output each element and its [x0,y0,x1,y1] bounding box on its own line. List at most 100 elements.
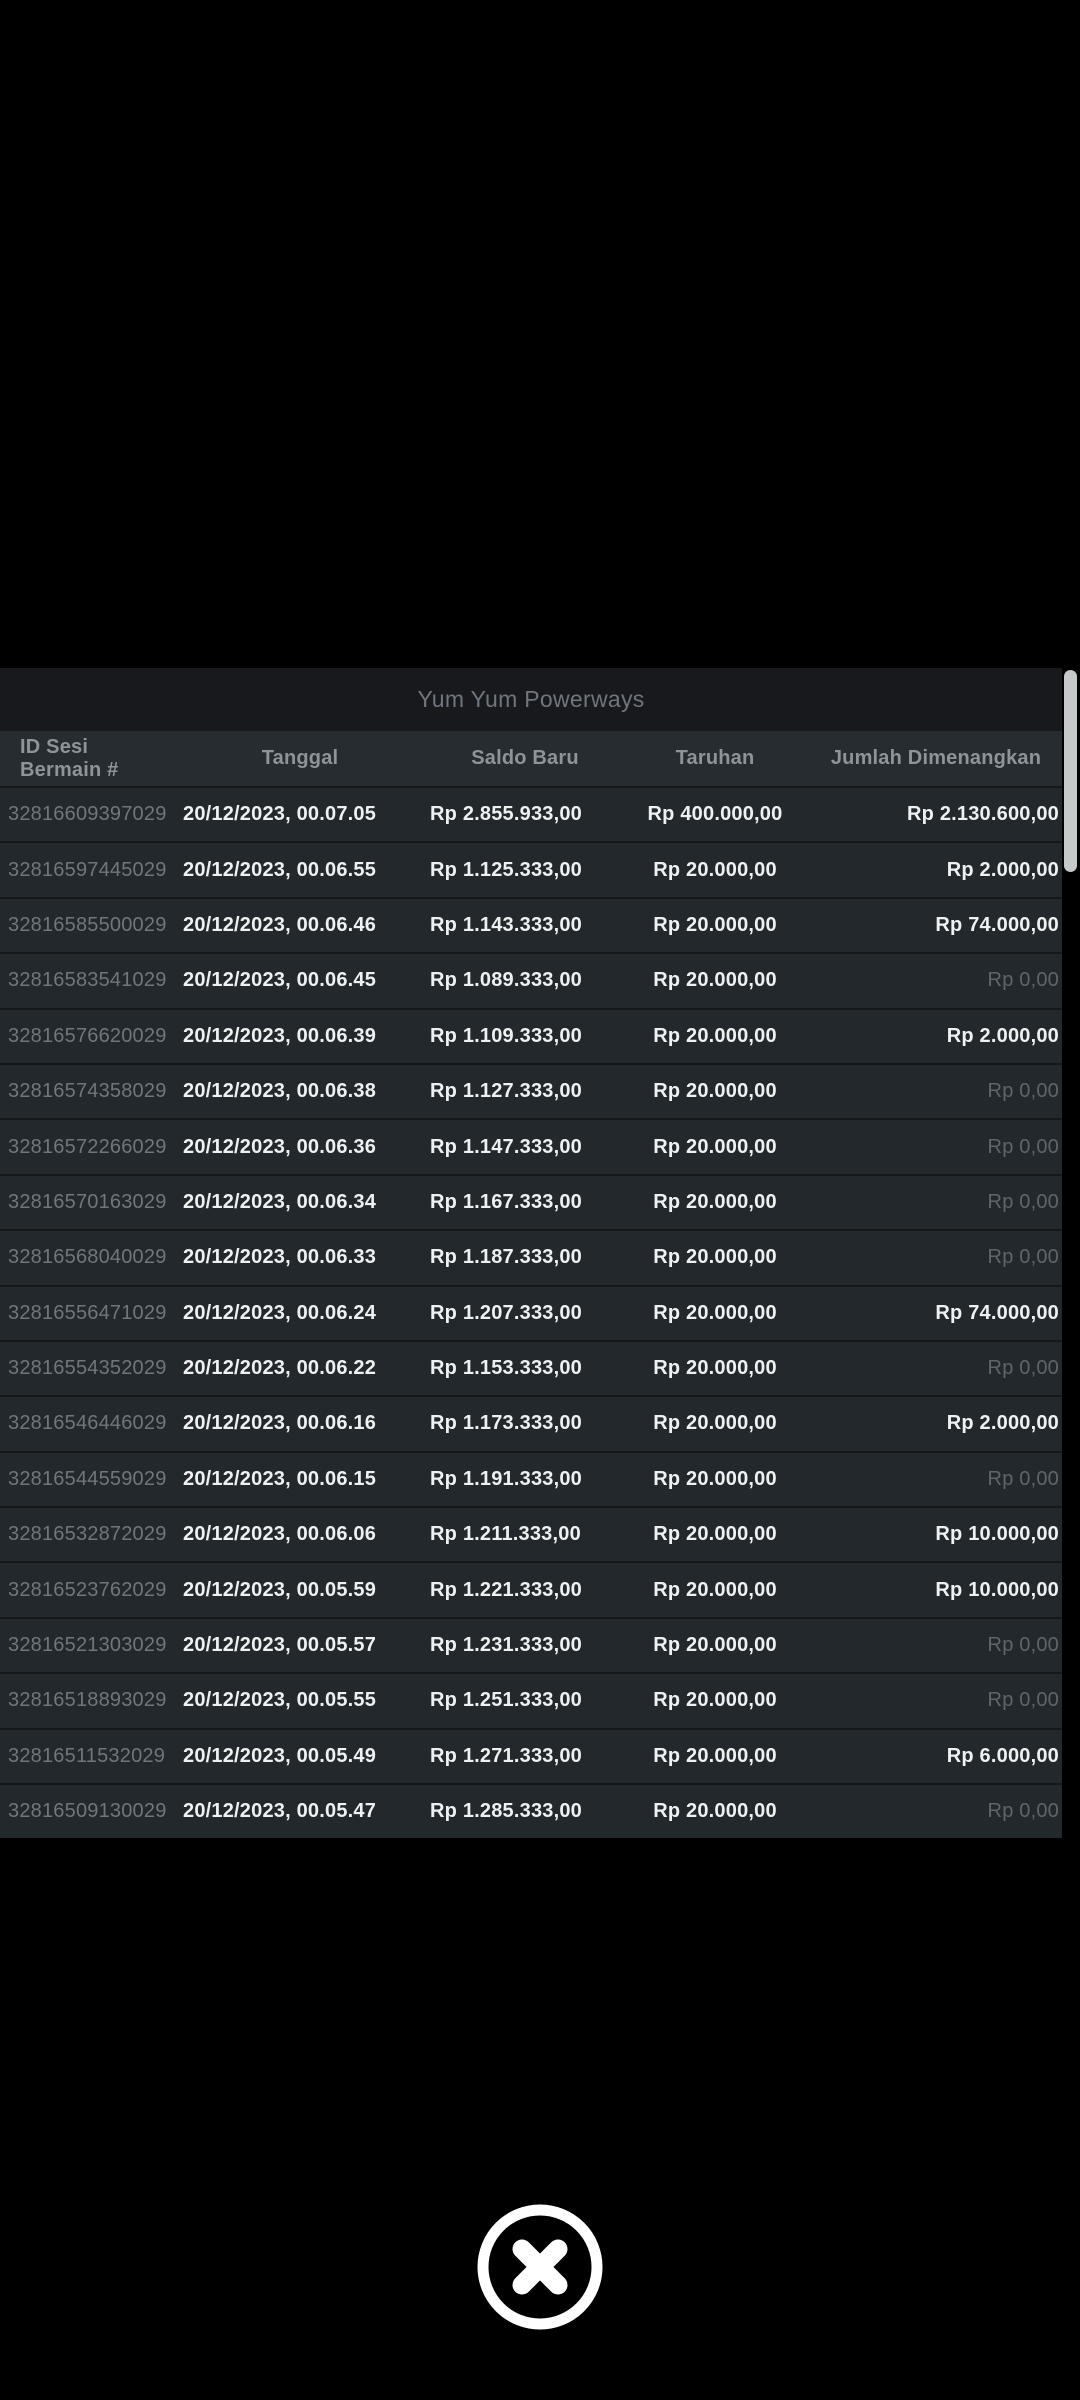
bet-cell: Rp 20.000,00 [653,913,777,936]
new-balance-cell: Rp 1.251.333,00 [430,1689,582,1712]
table-row: 32816509130029 20/12/2023, 00.05.47 Rp 1… [0,1783,1062,1839]
amount-won-cell: Rp 0,00 [987,1689,1059,1712]
table-row: 32816518893029 20/12/2023, 00.05.55 Rp 1… [0,1672,1062,1728]
bet-cell: Rp 20.000,00 [653,1357,777,1380]
game-history-dialog: Yum Yum Powerways ID Sesi Bermain # Tang… [0,668,1080,1839]
amount-won-cell: Rp 2.000,00 [946,858,1059,881]
date-cell: 20/12/2023, 00.06.46 [183,913,377,936]
bet-cell: Rp 20.000,00 [653,1301,777,1324]
date-cell: 20/12/2023, 00.06.38 [183,1080,377,1103]
session-id-cell: 32816609397029 [8,803,167,826]
new-balance-cell: Rp 1.207.333,00 [430,1301,582,1324]
bet-cell: Rp 20.000,00 [653,1135,777,1158]
table-row: 32816572266029 20/12/2023, 00.06.36 Rp 1… [0,1118,1062,1174]
scrollbar-thumb[interactable] [1064,670,1077,872]
amount-won-cell: Rp 0,00 [987,1800,1059,1823]
new-balance-cell: Rp 1.089.333,00 [430,969,582,992]
table-row: 32816511532029 20/12/2023, 00.05.49 Rp 1… [0,1727,1062,1784]
amount-won-cell: Rp 10.000,00 [935,1523,1059,1546]
date-cell: 20/12/2023, 00.06.33 [183,1246,377,1269]
table-row: 32816597445029 20/12/2023, 00.06.55 Rp 1… [0,841,1062,897]
new-balance-cell: Rp 1.143.333,00 [430,913,582,936]
session-id-cell: 32816570163029 [8,1190,167,1213]
amount-won-cell: Rp 2.000,00 [946,1412,1059,1435]
session-id-cell: 32816568040029 [8,1246,167,1269]
new-balance-cell: Rp 1.271.333,00 [430,1744,582,1767]
date-cell: 20/12/2023, 00.05.59 [183,1578,377,1601]
bet-cell: Rp 20.000,00 [653,1800,777,1823]
amount-won-cell: Rp 6.000,00 [946,1744,1059,1767]
amount-won-cell: Rp 0,00 [987,1246,1059,1269]
date-cell: 20/12/2023, 00.07.05 [183,803,377,826]
amount-won-cell: Rp 0,00 [987,969,1059,992]
table-row: 32816574358029 20/12/2023, 00.06.38 Rp 1… [0,1062,1062,1119]
amount-won-cell: Rp 74.000,00 [935,913,1059,936]
column-header-new-balance: Saldo Baru [471,747,579,769]
dialog-titlebar: Yum Yum Powerways [0,668,1062,731]
table-body[interactable]: 32816609397029 20/12/2023, 00.07.05 Rp 2… [0,786,1062,1839]
new-balance-cell: Rp 1.109.333,00 [430,1024,582,1047]
date-cell: 20/12/2023, 00.06.39 [183,1024,377,1047]
date-cell: 20/12/2023, 00.06.15 [183,1467,377,1490]
bet-cell: Rp 20.000,00 [653,858,777,881]
date-cell: 20/12/2023, 00.05.55 [183,1689,377,1712]
bet-cell: Rp 20.000,00 [653,1412,777,1435]
bet-cell: Rp 400.000,00 [647,803,783,826]
amount-won-cell: Rp 10.000,00 [935,1578,1059,1601]
close-button[interactable] [476,2203,604,2331]
session-id-cell: 32816544559029 [8,1467,167,1490]
table-row: 32816570163029 20/12/2023, 00.06.34 Rp 1… [0,1173,1062,1230]
amount-won-cell: Rp 0,00 [987,1080,1059,1103]
new-balance-cell: Rp 1.221.333,00 [430,1578,582,1601]
new-balance-cell: Rp 1.153.333,00 [430,1357,582,1380]
table-row: 32816568040029 20/12/2023, 00.06.33 Rp 1… [0,1229,1062,1285]
session-id-cell: 32816585500029 [8,913,167,936]
new-balance-cell: Rp 1.147.333,00 [430,1135,582,1158]
session-id-cell: 32816556471029 [8,1301,167,1324]
table-row: 32816521303029 20/12/2023, 00.05.57 Rp 1… [0,1616,1062,1673]
session-id-cell: 32816554352029 [8,1357,167,1380]
session-id-cell: 32816546446029 [8,1412,167,1435]
bet-cell: Rp 20.000,00 [653,1467,777,1490]
table-row: 32816546446029 20/12/2023, 00.06.16 Rp 1… [0,1395,1062,1451]
table-row: 32816544559029 20/12/2023, 00.06.15 Rp 1… [0,1450,1062,1507]
session-id-cell: 32816521303029 [8,1634,167,1657]
bet-cell: Rp 20.000,00 [653,1578,777,1601]
table-row: 32816556471029 20/12/2023, 00.06.24 Rp 1… [0,1284,1062,1340]
bet-cell: Rp 20.000,00 [653,1523,777,1546]
amount-won-cell: Rp 0,00 [987,1634,1059,1657]
amount-won-cell: Rp 0,00 [987,1357,1059,1380]
column-header-amount-won: Jumlah Dimenangkan [830,747,1042,769]
date-cell: 20/12/2023, 00.06.45 [183,969,377,992]
date-cell: 20/12/2023, 00.06.34 [183,1190,377,1213]
session-id-cell: 32816509130029 [8,1800,167,1823]
table-row: 32816583541029 20/12/2023, 00.06.45 Rp 1… [0,952,1062,1008]
bet-cell: Rp 20.000,00 [653,1246,777,1269]
new-balance-cell: Rp 1.187.333,00 [430,1246,582,1269]
session-id-cell: 32816572266029 [8,1135,167,1158]
column-header-date: Tanggal [261,747,339,769]
date-cell: 20/12/2023, 00.06.55 [183,858,377,881]
session-id-cell: 32816511532029 [8,1744,166,1767]
new-balance-cell: Rp 1.231.333,00 [430,1634,582,1657]
table-row: 32816609397029 20/12/2023, 00.07.05 Rp 2… [0,786,1062,842]
bet-cell: Rp 20.000,00 [653,1689,777,1712]
bet-cell: Rp 20.000,00 [653,969,777,992]
new-balance-cell: Rp 1.191.333,00 [430,1467,582,1490]
bet-cell: Rp 20.000,00 [653,1634,777,1657]
date-cell: 20/12/2023, 00.05.57 [183,1634,377,1657]
amount-won-cell: Rp 74.000,00 [935,1301,1059,1324]
close-x-circle-icon [476,2203,604,2331]
column-header-bet: Taruhan [675,747,755,769]
date-cell: 20/12/2023, 00.06.24 [183,1301,377,1324]
session-id-cell: 32816518893029 [8,1689,167,1712]
new-balance-cell: Rp 1.285.333,00 [430,1800,582,1823]
amount-won-cell: Rp 2.130.600,00 [907,803,1059,826]
table-row: 32816576620029 20/12/2023, 00.06.39 Rp 1… [0,1007,1062,1063]
new-balance-cell: Rp 1.211.333,00 [430,1523,581,1546]
date-cell: 20/12/2023, 00.05.49 [183,1744,377,1767]
amount-won-cell: Rp 0,00 [987,1190,1059,1213]
amount-won-cell: Rp 0,00 [987,1467,1059,1490]
new-balance-cell: Rp 1.125.333,00 [430,858,582,881]
amount-won-cell: Rp 2.000,00 [946,1024,1059,1047]
